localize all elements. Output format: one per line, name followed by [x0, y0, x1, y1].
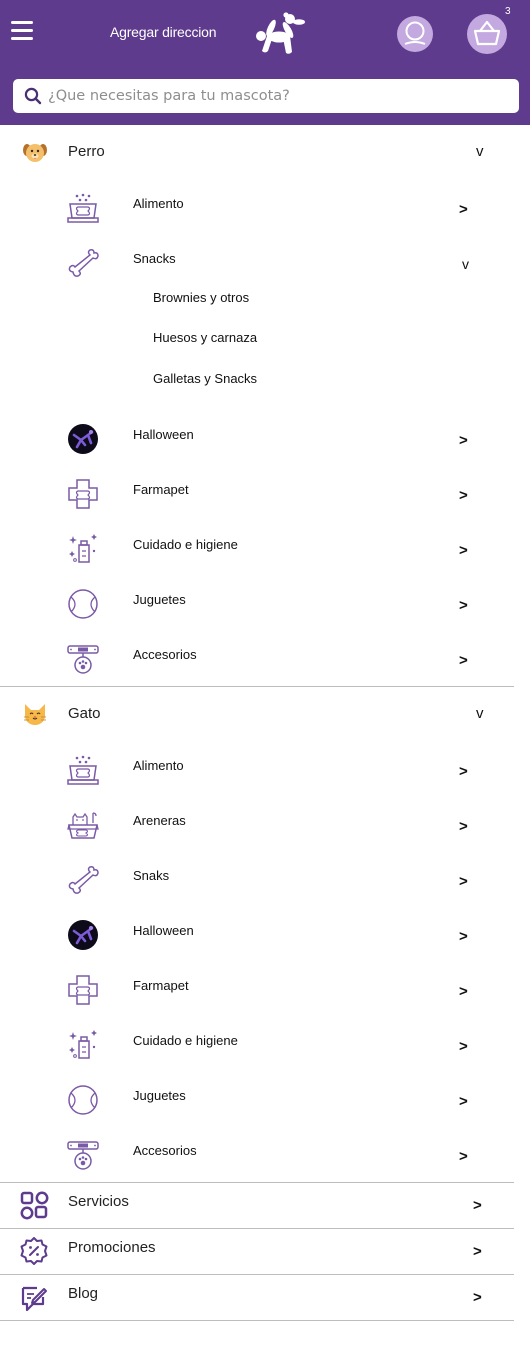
- perro-snacks-huesos[interactable]: Huesos y carnaza: [0, 330, 530, 371]
- ball-toy-icon: [66, 588, 100, 620]
- item-label: Juguetes: [133, 1088, 186, 1103]
- collar-icon: [66, 1139, 100, 1171]
- chevron-down-icon: v: [462, 256, 469, 272]
- menu-item-promociones[interactable]: Promociones >: [0, 1229, 530, 1274]
- item-label: Halloween: [133, 923, 194, 938]
- item-label: Promociones: [68, 1239, 156, 1256]
- chevron-down-icon[interactable]: v: [476, 705, 484, 722]
- item-label: Farmapet: [133, 482, 189, 497]
- item-label: Farmapet: [133, 978, 189, 993]
- perro-item-farmapet[interactable]: Farmapet >: [0, 466, 530, 521]
- item-label: Servicios: [68, 1193, 129, 1210]
- item-label: Cuidado e higiene: [133, 1033, 238, 1048]
- user-account-icon[interactable]: [397, 16, 433, 52]
- collar-icon: [66, 643, 100, 675]
- gato-item-alimento[interactable]: Alimento >: [0, 742, 530, 797]
- chevron-right-icon: >: [459, 763, 468, 780]
- hamburger-menu-icon[interactable]: [11, 21, 33, 41]
- section-gato[interactable]: Gato v: [0, 687, 530, 742]
- gato-item-areneras[interactable]: Areneras >: [0, 797, 530, 852]
- chevron-right-icon: >: [459, 542, 468, 559]
- section-gato-label: Gato: [68, 705, 101, 722]
- litter-box-icon: [66, 809, 100, 841]
- perro-item-snacks[interactable]: Snacks v: [0, 235, 530, 290]
- chevron-right-icon: >: [459, 1038, 468, 1055]
- food-bowl-icon: [66, 754, 100, 786]
- perro-item-alimento[interactable]: Alimento >: [0, 180, 530, 235]
- ball-toy-icon: [66, 1084, 100, 1116]
- section-divider: [0, 1320, 514, 1321]
- menu-item-servicios[interactable]: Servicios >: [0, 1183, 530, 1228]
- item-label: Blog: [68, 1285, 99, 1302]
- item-label: Juguetes: [133, 592, 186, 607]
- cart-count-badge: 3: [505, 6, 511, 17]
- perro-snacks-brownies[interactable]: Brownies y otros: [0, 290, 530, 330]
- chevron-right-icon: >: [459, 818, 468, 835]
- chevron-right-icon: >: [473, 1289, 482, 1306]
- hygiene-icon: [66, 533, 100, 565]
- gato-item-snaks[interactable]: Snaks >: [0, 852, 530, 907]
- bone-icon: [66, 864, 100, 896]
- services-grid-icon: [20, 1191, 49, 1220]
- search-input[interactable]: [48, 88, 488, 104]
- perro-snacks-galletas[interactable]: Galletas y Snacks: [0, 371, 530, 411]
- gato-item-juguetes[interactable]: Juguetes >: [0, 1072, 530, 1127]
- item-label: Accesorios: [133, 647, 197, 662]
- perro-item-cuidado[interactable]: Cuidado e higiene >: [0, 521, 530, 576]
- chevron-right-icon: >: [459, 983, 468, 1000]
- chevron-right-icon: >: [459, 487, 468, 504]
- gato-item-cuidado[interactable]: Cuidado e higiene >: [0, 1017, 530, 1072]
- item-label: Snacks: [133, 251, 176, 266]
- gato-item-halloween[interactable]: Halloween >: [0, 907, 530, 962]
- pharmacy-cross-icon: [66, 478, 100, 510]
- chevron-right-icon: >: [473, 1243, 482, 1260]
- discount-badge-icon: [20, 1237, 48, 1265]
- gato-item-accesorios[interactable]: Accesorios >: [0, 1127, 530, 1182]
- item-label: Alimento: [133, 758, 184, 773]
- add-address-link[interactable]: Agregar direccion: [110, 24, 217, 40]
- chevron-right-icon: >: [473, 1197, 482, 1214]
- chevron-right-icon: >: [459, 1148, 468, 1165]
- shopping-basket-icon[interactable]: [467, 14, 507, 54]
- chevron-right-icon: >: [459, 597, 468, 614]
- edit-note-icon: [21, 1286, 47, 1312]
- item-label: Alimento: [133, 196, 184, 211]
- chevron-down-icon[interactable]: v: [476, 143, 484, 160]
- search-icon: [24, 87, 42, 105]
- hygiene-icon: [66, 1029, 100, 1061]
- dog-icon: [23, 144, 47, 162]
- search-bar[interactable]: [13, 79, 519, 113]
- chevron-right-icon: >: [459, 652, 468, 669]
- gato-item-farmapet[interactable]: Farmapet >: [0, 962, 530, 1017]
- perro-item-juguetes[interactable]: Juguetes >: [0, 576, 530, 631]
- subitem-label: Galletas y Snacks: [153, 371, 258, 386]
- item-label: Accesorios: [133, 1143, 197, 1158]
- halloween-icon: [66, 919, 100, 951]
- section-perro-label: Perro: [68, 143, 105, 160]
- bone-icon: [66, 247, 100, 279]
- chevron-right-icon: >: [459, 432, 468, 449]
- food-bowl-icon: [66, 192, 100, 224]
- subitem-label: Huesos y carnaza: [153, 330, 258, 345]
- pharmacy-cross-icon: [66, 974, 100, 1006]
- category-menu: Perro v Alimento > Snacks v Brownies y o…: [0, 125, 530, 1321]
- balloon-dog-logo[interactable]: [252, 11, 306, 57]
- top-header: Agregar direccion 3: [0, 0, 530, 125]
- item-label: Halloween: [133, 427, 194, 442]
- halloween-icon: [66, 423, 100, 455]
- chevron-right-icon: >: [459, 1093, 468, 1110]
- subitem-label: Brownies y otros: [153, 290, 250, 305]
- chevron-right-icon: >: [459, 928, 468, 945]
- menu-item-blog[interactable]: Blog >: [0, 1275, 530, 1320]
- chevron-right-icon: >: [459, 873, 468, 890]
- perro-item-accesorios[interactable]: Accesorios >: [0, 631, 530, 686]
- item-label: Snaks: [133, 868, 170, 883]
- perro-item-halloween[interactable]: Halloween >: [0, 411, 530, 466]
- cat-icon: [24, 704, 46, 725]
- section-perro[interactable]: Perro v: [0, 125, 530, 180]
- item-label: Cuidado e higiene: [133, 537, 238, 552]
- item-label: Areneras: [133, 813, 186, 828]
- chevron-right-icon: >: [459, 201, 468, 218]
